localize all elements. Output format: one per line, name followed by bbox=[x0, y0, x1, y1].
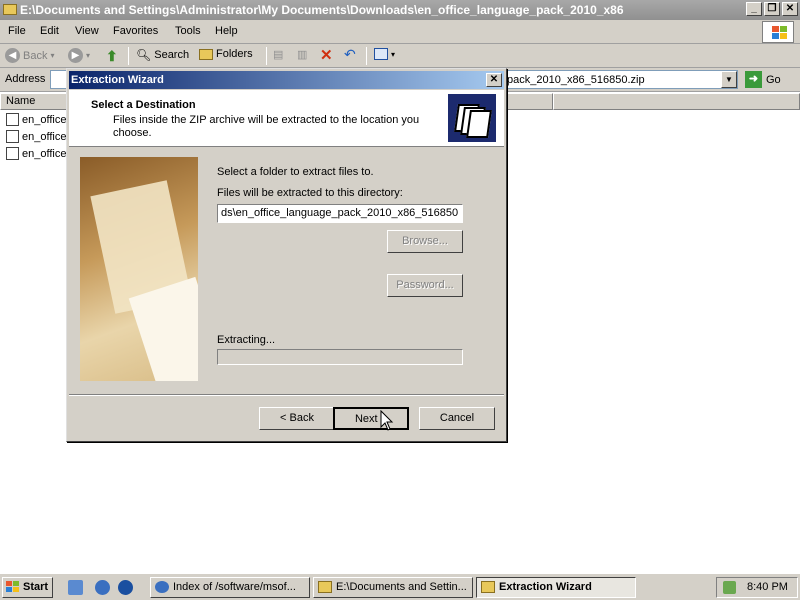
wizard-header: Select a Destination Files inside the ZI… bbox=[69, 90, 504, 147]
wizard-step-subtitle: Files inside the ZIP archive will be ext… bbox=[113, 114, 420, 139]
file-icon bbox=[6, 130, 19, 143]
cancel-button[interactable]: Cancel bbox=[419, 407, 495, 430]
menu-bar: File Edit View Favorites Tools Help bbox=[0, 20, 800, 44]
copy-icon: ▥ bbox=[297, 49, 308, 61]
password-button[interactable]: Password... bbox=[387, 274, 463, 297]
dialog-separator bbox=[69, 394, 504, 396]
extraction-wizard-dialog: Extraction Wizard ✕ Select a Destination… bbox=[66, 68, 507, 442]
list-item[interactable]: en_office bbox=[6, 130, 66, 143]
close-button[interactable]: ✕ bbox=[782, 2, 798, 16]
address-label: Address bbox=[5, 73, 46, 85]
extracting-label: Extracting... bbox=[217, 334, 276, 346]
explorer-titlebar: E:\Documents and Settings\Administrator\… bbox=[0, 0, 800, 20]
file-icon bbox=[6, 147, 19, 160]
back-button[interactable]: < Back bbox=[259, 407, 335, 430]
browse-button[interactable]: Browse... bbox=[387, 230, 463, 253]
delete-x-icon: ✕ bbox=[320, 47, 333, 64]
up-folder-button[interactable]: ⬆ bbox=[106, 48, 118, 65]
folder-icon bbox=[481, 581, 495, 593]
undo-icon: ↶ bbox=[344, 46, 356, 62]
directory-label: Files will be extracted to this director… bbox=[217, 187, 403, 199]
move-icon: ▤ bbox=[273, 49, 284, 61]
forward-arrow-icon: ▶ bbox=[68, 48, 83, 63]
search-icon: 🔍︎ bbox=[136, 48, 152, 62]
menu-edit[interactable]: Edit bbox=[40, 25, 59, 37]
views-button[interactable]: ▾ bbox=[374, 48, 395, 60]
menu-tools[interactable]: Tools bbox=[175, 25, 201, 37]
windows-logo-icon bbox=[6, 581, 19, 593]
back-button[interactable]: ◀ Back ▾ bbox=[5, 48, 54, 63]
move-to-button[interactable]: ▤ bbox=[273, 48, 283, 61]
system-tray: 8:40 PM bbox=[716, 577, 798, 598]
list-item[interactable]: en_office bbox=[6, 147, 66, 160]
ie-icon bbox=[155, 581, 169, 593]
wizard-step-title: Select a Destination bbox=[91, 99, 196, 111]
standard-toolbar: ◀ Back ▾ ▶ ▾ ⬆ 🔍︎ Search Folders ▤ ▥ ✕ ↶… bbox=[0, 44, 800, 68]
select-folder-label: Select a folder to extract files to. bbox=[217, 166, 374, 178]
menu-help[interactable]: Help bbox=[215, 25, 238, 37]
clock[interactable]: 8:40 PM bbox=[747, 578, 788, 597]
minimize-button[interactable]: _ bbox=[746, 2, 762, 16]
go-button[interactable]: ➜ Go bbox=[745, 71, 781, 88]
taskbar: Start Index of /software/msof... E:\Docu… bbox=[0, 573, 800, 600]
address-dropdown-icon[interactable]: ▼ bbox=[721, 71, 737, 88]
taskbar-item[interactable]: Index of /software/msof... bbox=[150, 577, 310, 598]
list-item[interactable]: en_office bbox=[6, 113, 66, 126]
window-title: E:\Documents and Settings\Administrator\… bbox=[20, 3, 624, 17]
mouse-cursor-icon bbox=[380, 410, 394, 431]
next-button[interactable]: Next > bbox=[333, 407, 409, 430]
folder-icon bbox=[318, 581, 332, 593]
address-text: pack_2010_x86_516850.zip bbox=[507, 74, 645, 86]
folders-icon bbox=[199, 48, 213, 60]
menu-view[interactable]: View bbox=[75, 25, 99, 37]
up-arrow-icon: ⬆ bbox=[106, 48, 118, 64]
dialog-titlebar: Extraction Wizard ✕ bbox=[69, 71, 504, 89]
destination-path-input[interactable]: ds\en_office_language_pack_2010_x86_5168… bbox=[217, 204, 463, 223]
taskbar-item[interactable]: E:\Documents and Settin... bbox=[313, 577, 473, 598]
copy-to-button[interactable]: ▥ bbox=[297, 48, 307, 61]
file-icon bbox=[6, 113, 19, 126]
windows-logo-icon bbox=[762, 21, 794, 43]
taskbar-item-active[interactable]: Extraction Wizard bbox=[476, 577, 636, 598]
menu-file[interactable]: File bbox=[8, 25, 26, 37]
go-arrow-icon: ➜ bbox=[745, 71, 762, 88]
start-button[interactable]: Start bbox=[2, 577, 53, 598]
extraction-progress-bar bbox=[217, 349, 463, 365]
compressed-folder-icon bbox=[448, 94, 496, 142]
delete-button[interactable]: ✕ bbox=[320, 46, 333, 64]
column-header[interactable] bbox=[553, 93, 800, 110]
show-desktop-icon[interactable] bbox=[68, 580, 83, 595]
undo-button[interactable]: ↶ bbox=[344, 46, 356, 63]
views-icon bbox=[374, 48, 388, 60]
media-player-icon[interactable] bbox=[118, 580, 133, 595]
back-arrow-icon: ◀ bbox=[5, 48, 20, 63]
network-icon[interactable] bbox=[723, 581, 736, 594]
dialog-close-button[interactable]: ✕ bbox=[486, 73, 502, 87]
column-header[interactable] bbox=[505, 93, 553, 110]
menu-favorites[interactable]: Favorites bbox=[113, 25, 158, 37]
dialog-title: Extraction Wizard bbox=[71, 74, 164, 86]
ie-icon[interactable] bbox=[95, 580, 110, 595]
restore-button[interactable]: ❐ bbox=[764, 2, 780, 16]
forward-button[interactable]: ▶ ▾ bbox=[68, 48, 90, 63]
folders-button[interactable]: Folders bbox=[199, 48, 253, 60]
column-header-name[interactable]: Name bbox=[0, 93, 70, 110]
folder-icon bbox=[3, 4, 17, 15]
wizard-side-image bbox=[80, 157, 198, 381]
search-button[interactable]: 🔍︎ Search bbox=[136, 48, 189, 62]
